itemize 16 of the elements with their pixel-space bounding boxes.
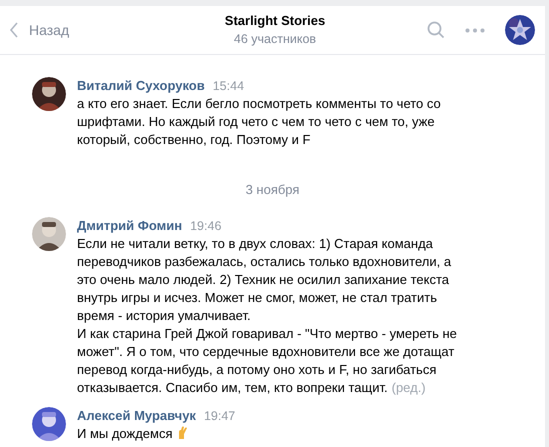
chevron-left-icon (9, 22, 19, 38)
search-icon[interactable] (427, 21, 445, 39)
message-time: 15:44 (212, 78, 244, 95)
chat-title: Starlight Stories (224, 12, 326, 30)
author-link[interactable]: Алексей Муравчук (77, 407, 196, 425)
message-text: И мы дождемся (77, 425, 173, 443)
message-time: 19:47 (204, 408, 236, 425)
more-icon[interactable] (465, 28, 485, 32)
message-text: а кто его знает. Если бегло посмотреть комменты то чето со шрифтами. Но каждый год чето с чем то чето с чем то, уже который, собственно, год. Поэтому и F (77, 95, 442, 149)
date-separator: 3 ноября (246, 181, 300, 199)
author-link[interactable]: Дмитрий Фомин (77, 217, 182, 235)
member-count: 46 участников (234, 31, 316, 48)
message-time: 19:46 (190, 218, 222, 235)
message-text: Если не читали ветку, то в двух словах: 1) Старая команда переводчиков разбежалась, остались только вдохновители, а это очень мало людей. 2) Техник не осилил запихание текста внутрь игры и исчез. Может не смог, может, не стал тратить время - история умалчивает. И как старина Грей Джой говаривал - "Что мертво - умереть не может". Я о том, что сердечные вдохновители все же дотащат перевод когда-нибудь, а потому оно хоть и F, но загибаться отказывается. Спасибо им, тем, кто вопреки тащит. (ред.) (77, 235, 458, 397)
author-link[interactable]: Виталий Сухоруков (77, 77, 205, 95)
back-button[interactable]: Назад (0, 20, 70, 40)
